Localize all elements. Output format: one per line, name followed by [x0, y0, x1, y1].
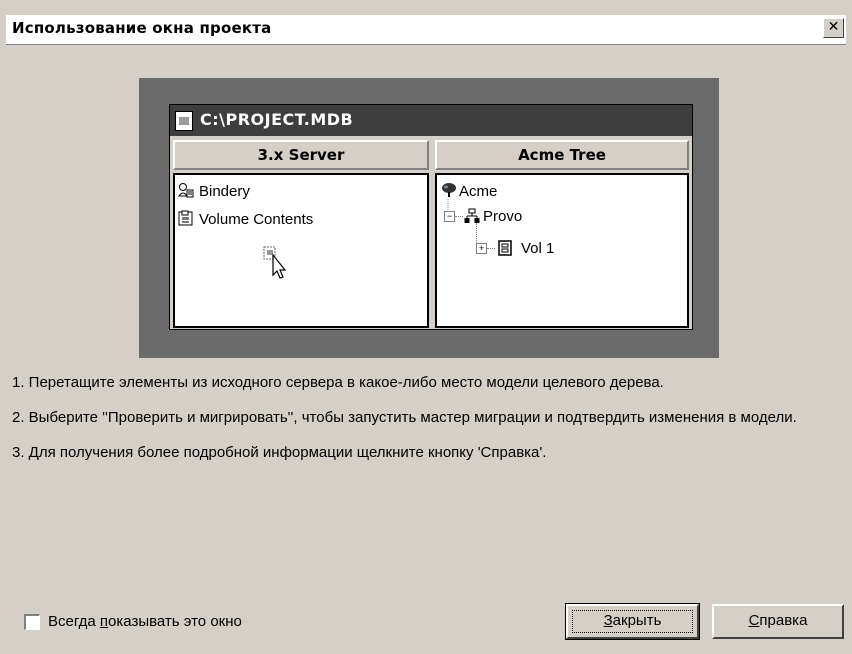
source-pane-body: Bindery Volume Contents [173, 173, 429, 328]
always-show-checkbox[interactable] [24, 614, 40, 630]
list-item: Bindery [199, 183, 250, 200]
tree-node-acme: Acme [459, 183, 498, 200]
target-pane-body: Acme − Provo + Vol 1 [435, 173, 689, 328]
expand-toggle[interactable]: + [476, 243, 487, 254]
focus-rectangle [572, 610, 693, 633]
project-window-illustration: C:\PROJECT.MDB 3.x Server Bindery Volume… [169, 104, 693, 330]
always-show-label[interactable]: Всегда показывать это окно [48, 612, 242, 632]
help-button[interactable]: Справка [712, 604, 844, 639]
tree-connector [455, 216, 463, 217]
database-document-icon [175, 111, 193, 131]
close-button[interactable]: Закрыть [565, 603, 700, 640]
list-item: Volume Contents [199, 211, 314, 228]
tree-connector-lines [447, 199, 449, 211]
instructions: 1. Перетащите элементы из исходного серв… [12, 372, 832, 477]
source-server-pane: 3.x Server Bindery Volume Contents [173, 140, 429, 328]
target-tree-pane: Acme Tree Acme − Provo + Vol 1 [435, 140, 689, 328]
tree-icon [442, 183, 456, 197]
tree-node-provo: Provo [483, 208, 523, 225]
source-pane-header: 3.x Server [173, 140, 429, 170]
tree-connector [487, 248, 495, 249]
tree-node-vol1: Vol 1 [521, 240, 555, 257]
drag-cursor-icon [263, 246, 287, 279]
collapse-toggle[interactable]: − [444, 211, 455, 222]
volume-icon [498, 240, 512, 256]
instruction-step-3: 3. Для получения более подробной информа… [12, 444, 547, 461]
project-path: C:\PROJECT.MDB [200, 110, 354, 129]
target-pane-header: Acme Tree [435, 140, 689, 170]
project-window-titlebar: C:\PROJECT.MDB [170, 105, 692, 136]
title-bar: Использование окна проекта ✕ [6, 15, 846, 45]
dialog-title: Использование окна проекта [12, 19, 272, 37]
instruction-step-1: 1. Перетащите элементы из исходного серв… [12, 374, 664, 391]
bindery-icon [178, 183, 194, 198]
volume-contents-icon [178, 210, 193, 226]
org-unit-icon [464, 208, 480, 223]
close-icon: ✕ [827, 19, 840, 35]
instruction-step-2: 2. Выберите ''Проверить и мигрировать'',… [12, 409, 797, 426]
close-window-button[interactable]: ✕ [823, 18, 844, 38]
project-window-usage-dialog: Использование окна проекта ✕ C:\PROJECT.… [0, 0, 852, 654]
